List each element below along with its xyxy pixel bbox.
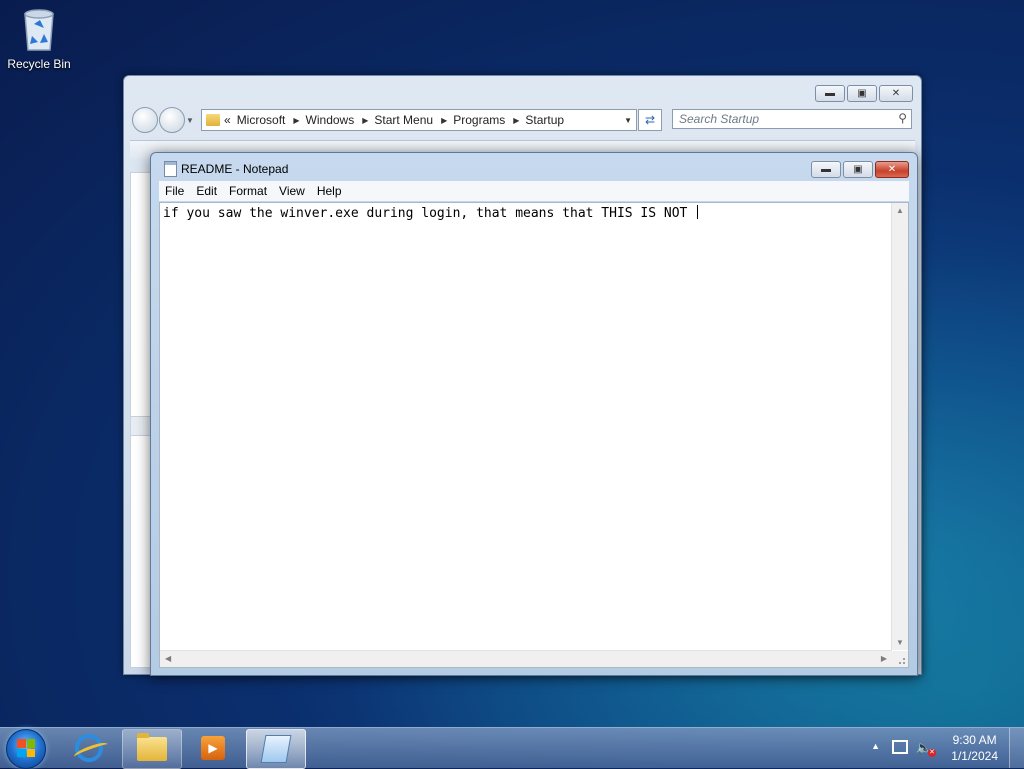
address-dropdown-icon[interactable]: ▼ xyxy=(624,116,632,125)
breadcrumb-item[interactable]: Startup xyxy=(525,113,564,127)
notepad-window[interactable]: README - Notepad ▬ ▣ ✕ File Edit Format … xyxy=(150,152,918,676)
breadcrumb-item[interactable]: Start Menu ▶ xyxy=(374,113,447,127)
taskbar-internet-explorer[interactable] xyxy=(60,729,118,767)
forward-button[interactable] xyxy=(159,107,185,133)
folder-icon xyxy=(206,114,220,126)
maximize-icon: ▣ xyxy=(853,164,863,175)
scroll-down-icon[interactable]: ▼ xyxy=(896,638,904,647)
editor-text-line[interactable]: if you saw the winver.exe during login, … xyxy=(163,205,699,221)
scroll-left-icon[interactable]: ◀ xyxy=(165,654,171,663)
recycle-bin-icon xyxy=(24,9,54,51)
notepad-close-button[interactable]: ✕ xyxy=(875,161,909,178)
text-editor[interactable]: if you saw the winver.exe during login, … xyxy=(159,202,909,668)
notepad-icon xyxy=(260,735,292,763)
taskbar-windows-explorer[interactable] xyxy=(122,729,182,769)
scroll-right-icon[interactable]: ▶ xyxy=(881,654,887,663)
notepad-icon xyxy=(164,161,177,177)
start-button[interactable] xyxy=(6,729,46,769)
search-input[interactable]: Search Startup ⚲ xyxy=(672,109,912,129)
scroll-up-icon[interactable]: ▲ xyxy=(896,206,904,215)
chevron-right-icon[interactable]: ▶ xyxy=(362,116,368,125)
address-overflow[interactable]: « xyxy=(224,113,231,127)
taskbar-notepad[interactable] xyxy=(246,729,306,769)
menu-format[interactable]: Format xyxy=(223,184,273,198)
vertical-scrollbar[interactable]: ▲ ▼ xyxy=(891,203,908,650)
notepad-minimize-button[interactable]: ▬ xyxy=(811,161,841,178)
text-caret xyxy=(697,205,699,219)
chevron-right-icon[interactable]: ▶ xyxy=(513,116,519,125)
close-icon: ✕ xyxy=(887,164,897,175)
chevron-right-icon[interactable]: ▶ xyxy=(293,116,299,125)
refresh-button[interactable]: ⇄ xyxy=(638,109,662,131)
breadcrumb-item[interactable]: Programs ▶ xyxy=(453,113,519,127)
minimize-icon: ▬ xyxy=(825,88,835,99)
explorer-maximize-button[interactable]: ▣ xyxy=(847,85,877,102)
menu-file[interactable]: File xyxy=(159,184,190,198)
folder-icon xyxy=(137,733,167,761)
muted-badge-icon: ✕ xyxy=(928,749,936,757)
show-hidden-icons-icon[interactable]: ▲ xyxy=(871,741,880,751)
taskbar-media-player[interactable]: ▶ xyxy=(184,729,242,767)
chevron-right-icon[interactable]: ▶ xyxy=(441,116,447,125)
breadcrumb-item[interactable]: Microsoft ▶ xyxy=(237,113,300,127)
windows-logo-icon xyxy=(17,739,35,757)
desktop-icon-recycle-bin[interactable]: Recycle Bin xyxy=(4,6,74,71)
menu-view[interactable]: View xyxy=(273,184,311,198)
close-icon: ✕ xyxy=(891,88,901,99)
resize-grip-icon[interactable] xyxy=(892,651,908,667)
clock-date: 1/1/2024 xyxy=(951,749,998,763)
maximize-icon: ▣ xyxy=(857,88,867,99)
show-desktop-button[interactable] xyxy=(1009,728,1024,768)
refresh-icon: ⇄ xyxy=(644,113,656,127)
menu-edit[interactable]: Edit xyxy=(190,184,223,198)
explorer-window-controls: ▬ ▣ ✕ xyxy=(815,85,913,102)
clock[interactable]: 9:30 AM 1/1/2024 xyxy=(951,732,998,764)
recycle-bin-label: Recycle Bin xyxy=(7,57,71,71)
menu-bar: File Edit Format View Help xyxy=(159,181,909,201)
back-button[interactable] xyxy=(132,107,158,133)
breadcrumb-item[interactable]: Windows ▶ xyxy=(306,113,369,127)
clock-time: 9:30 AM xyxy=(952,733,997,747)
explorer-nav-bar: ▼ « Microsoft ▶ Windows ▶ Start Menu ▶ Prog… xyxy=(132,107,913,133)
internet-explorer-icon xyxy=(75,734,103,762)
minimize-icon: ▬ xyxy=(821,164,831,175)
recent-pages-chevron-icon[interactable]: ▼ xyxy=(186,116,196,125)
notepad-window-controls: ▬ ▣ ✕ xyxy=(811,161,909,178)
menu-help[interactable]: Help xyxy=(311,184,348,198)
horizontal-scrollbar[interactable]: ◀ ▶ xyxy=(160,650,892,667)
notepad-maximize-button[interactable]: ▣ xyxy=(843,161,873,178)
address-bar[interactable]: « Microsoft ▶ Windows ▶ Start Menu ▶ Progra… xyxy=(201,109,637,131)
editor-text[interactable]: if you saw the winver.exe during login, … xyxy=(163,206,695,221)
explorer-close-button[interactable]: ✕ xyxy=(879,85,913,102)
explorer-nav-pane-scroll[interactable] xyxy=(130,416,152,436)
taskbar: ▶ ▲ 🔈 ✕ 9:30 AM 1/1/2024 xyxy=(0,727,1024,769)
search-icon[interactable]: ⚲ xyxy=(898,111,907,125)
explorer-minimize-button[interactable]: ▬ xyxy=(815,85,845,102)
media-player-icon: ▶ xyxy=(201,736,225,760)
search-placeholder: Search Startup xyxy=(679,112,760,126)
network-icon[interactable] xyxy=(892,740,908,754)
window-title: README - Notepad xyxy=(181,162,289,176)
